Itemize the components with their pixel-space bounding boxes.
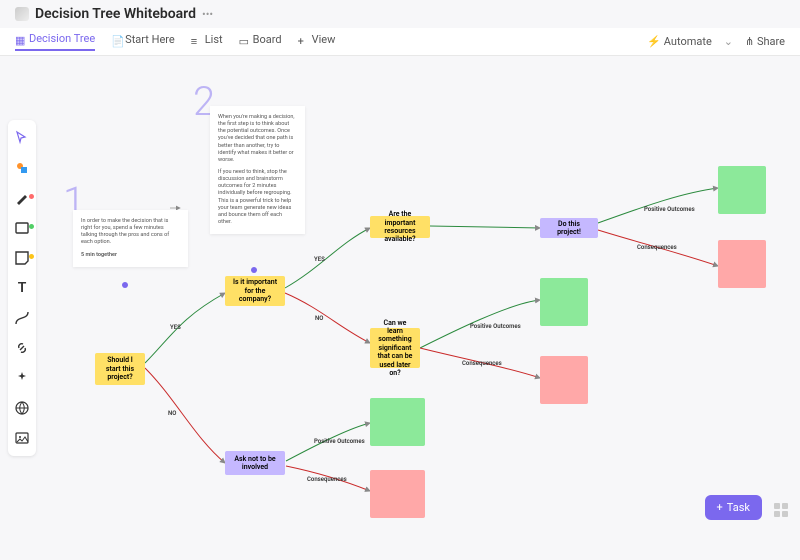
board-icon: ▭ bbox=[239, 35, 249, 45]
ai-tool-icon[interactable] bbox=[14, 370, 30, 386]
instruction-time: 5 min together bbox=[81, 252, 180, 259]
edge-label-positive: Positive Outcomes bbox=[470, 323, 521, 330]
instruction-text: When you're making a decision, the first… bbox=[218, 114, 297, 164]
node-learn-later[interactable]: Can we learn something significant that … bbox=[370, 328, 420, 368]
share-label: Share bbox=[757, 35, 785, 48]
node-should-start[interactable]: Should I start this project? bbox=[95, 353, 145, 385]
grip-icon[interactable] bbox=[774, 503, 788, 517]
connector-tool-icon[interactable] bbox=[14, 310, 30, 326]
node-handle[interactable] bbox=[122, 282, 128, 288]
edge-label-positive: Positive Outcomes bbox=[644, 206, 695, 213]
web-tool-icon[interactable] bbox=[14, 400, 30, 416]
edge-label-consequences: Consequences bbox=[462, 360, 502, 367]
node-consequence[interactable] bbox=[540, 356, 588, 404]
automate-button[interactable]: ⚡ Automate bbox=[647, 35, 711, 48]
tab-label: Decision Tree bbox=[29, 32, 95, 45]
task-label: Task bbox=[727, 501, 750, 514]
tab-label: List bbox=[205, 33, 223, 46]
edge-label-no: NO bbox=[168, 410, 176, 417]
tab-list[interactable]: ≡ List bbox=[191, 33, 223, 50]
automate-label: Automate bbox=[664, 35, 712, 48]
cursor-tool-icon[interactable] bbox=[14, 130, 30, 146]
task-button[interactable]: + Task bbox=[705, 495, 762, 520]
tab-add-view[interactable]: + View bbox=[298, 33, 336, 50]
more-icon[interactable]: ••• bbox=[202, 8, 213, 21]
edge-label-no: NO bbox=[315, 315, 323, 322]
tab-label: Start Here bbox=[125, 33, 175, 46]
automate-chevron-icon[interactable]: ⌄ bbox=[724, 35, 733, 48]
tool-sidebar: T bbox=[8, 120, 36, 456]
edge-label-yes: YES bbox=[314, 256, 325, 263]
share-button[interactable]: ⋔ Share bbox=[745, 35, 785, 48]
doc-icon: 📄 bbox=[111, 35, 121, 45]
node-consequence[interactable] bbox=[370, 470, 425, 518]
node-consequence[interactable] bbox=[718, 240, 766, 288]
plus-icon: + bbox=[717, 501, 723, 514]
whiteboard-icon: ▦ bbox=[15, 34, 25, 44]
tab-label: View bbox=[312, 33, 336, 46]
list-icon: ≡ bbox=[191, 35, 201, 45]
edge-label-consequences: Consequences bbox=[307, 476, 347, 483]
edge-label-yes: YES bbox=[170, 324, 181, 331]
instruction-text: If you need to think, stop the discussio… bbox=[218, 169, 297, 226]
node-important-company[interactable]: Is it important for the company? bbox=[225, 276, 285, 306]
tab-label: Board bbox=[253, 33, 282, 46]
node-positive-outcome[interactable] bbox=[370, 398, 425, 446]
sticky-tool-icon[interactable] bbox=[14, 250, 30, 266]
tab-board[interactable]: ▭ Board bbox=[239, 33, 282, 50]
app-icon bbox=[15, 7, 29, 21]
instruction-text: In order to make the decision that is ri… bbox=[81, 218, 180, 247]
page-title: Decision Tree Whiteboard bbox=[35, 6, 196, 22]
node-handle[interactable] bbox=[251, 267, 257, 273]
text-tool-icon[interactable]: T bbox=[14, 280, 30, 296]
instruction-2: When you're making a decision, the first… bbox=[210, 106, 305, 234]
node-do-project[interactable]: Do this project! bbox=[540, 218, 598, 238]
whiteboard-canvas[interactable]: 1 In order to make the decision that is … bbox=[0, 28, 800, 532]
node-resources[interactable]: Are the important resources available? bbox=[370, 216, 430, 238]
tab-start-here[interactable]: 📄 Start Here bbox=[111, 33, 175, 50]
plus-icon: + bbox=[298, 35, 308, 45]
image-tool-icon[interactable] bbox=[14, 430, 30, 446]
shapes-tool-icon[interactable] bbox=[14, 160, 30, 176]
tab-decision-tree[interactable]: ▦ Decision Tree bbox=[15, 32, 95, 51]
node-positive-outcome[interactable] bbox=[718, 166, 766, 214]
edge-label-positive: Positive Outcomes bbox=[314, 438, 365, 445]
rect-tool-icon[interactable] bbox=[14, 220, 30, 236]
pen-tool-icon[interactable] bbox=[14, 190, 30, 206]
link-tool-icon[interactable] bbox=[14, 340, 30, 356]
instruction-1: In order to make the decision that is ri… bbox=[73, 210, 188, 267]
node-positive-outcome[interactable] bbox=[540, 278, 588, 326]
edge-label-consequences: Consequences bbox=[637, 244, 677, 251]
node-ask-not[interactable]: Ask not to be involved bbox=[225, 451, 285, 475]
